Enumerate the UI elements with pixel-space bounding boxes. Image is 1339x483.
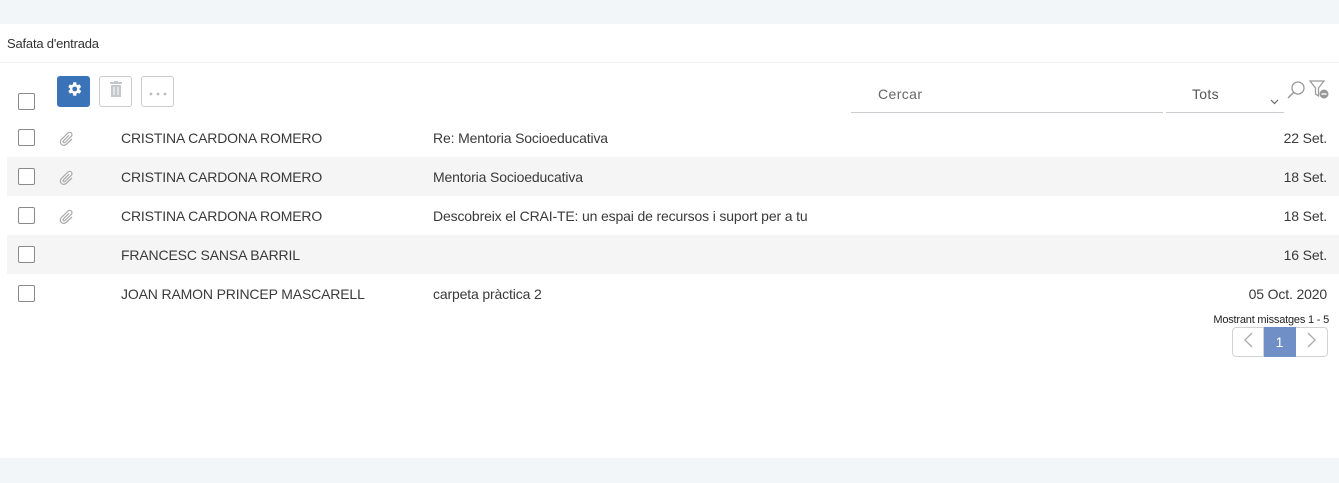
chevron-down-icon	[1270, 92, 1279, 110]
next-page-button[interactable]	[1296, 327, 1328, 357]
filter-select-value: Tots	[1192, 86, 1219, 102]
attachment-icon	[57, 207, 77, 230]
attachment-icon	[57, 168, 77, 191]
search-box	[851, 76, 1163, 113]
search-icon[interactable]	[1286, 80, 1306, 105]
chevron-right-icon	[1307, 332, 1316, 353]
message-sender: CRISTINA CARDONA ROMERO	[121, 208, 323, 224]
page-button[interactable]: 1	[1264, 327, 1296, 357]
previous-page-button[interactable]	[1232, 327, 1264, 357]
message-date: 18 Set.	[1283, 169, 1327, 185]
message-row[interactable]: CRISTINA CARDONA ROMERO Mentoria Socioed…	[7, 157, 1339, 196]
message-row[interactable]: JOAN RAMON PRINCEP MASCARELL carpeta prà…	[7, 274, 1339, 313]
message-subject: Mentoria Socioeducativa	[433, 169, 583, 185]
delete-button[interactable]	[99, 76, 132, 107]
filter-select[interactable]: Tots	[1166, 76, 1284, 113]
message-subject: Descobreix el CRAI-TE: un espai de recur…	[433, 208, 808, 224]
message-row[interactable]: FRANCESC SANSA BARRIL 16 Set.	[7, 235, 1339, 274]
message-date: 22 Set.	[1283, 130, 1327, 146]
more-actions-button[interactable]	[141, 76, 174, 107]
search-input[interactable]	[876, 85, 1150, 103]
ellipsis-icon	[148, 83, 168, 101]
divider	[0, 62, 1339, 63]
trash-icon	[109, 80, 123, 103]
message-sender: FRANCESC SANSA BARRIL	[121, 247, 300, 263]
message-row[interactable]: CRISTINA CARDONA ROMERO Descobreix el CR…	[7, 196, 1339, 235]
settings-button[interactable]	[57, 76, 90, 107]
message-checkbox[interactable]	[18, 168, 35, 185]
message-sender: JOAN RAMON PRINCEP MASCARELL	[121, 286, 365, 302]
attachment-icon	[57, 129, 77, 152]
message-row[interactable]: CRISTINA CARDONA ROMERO Re: Mentoria Soc…	[7, 118, 1339, 157]
clear-filter-icon[interactable]	[1308, 80, 1331, 105]
message-count: Mostrant missatges 1 - 5	[1213, 314, 1329, 326]
message-date: 05 Oct. 2020	[1248, 286, 1328, 302]
message-subject: carpeta pràctica 2	[433, 286, 542, 302]
inbox-panel: Safata d'entrada Cercar Tots CRISTINA CA…	[0, 24, 1339, 458]
gear-icon	[65, 80, 83, 103]
message-subject: Re: Mentoria Socioeducativa	[433, 130, 608, 146]
chevron-left-icon	[1243, 332, 1253, 353]
message-checkbox[interactable]	[18, 246, 35, 263]
message-date: 18 Set.	[1283, 208, 1327, 224]
message-sender: CRISTINA CARDONA ROMERO	[121, 130, 323, 146]
message-date: 16 Set.	[1283, 247, 1327, 263]
message-sender: CRISTINA CARDONA ROMERO	[121, 169, 323, 185]
message-checkbox[interactable]	[18, 207, 35, 224]
select-all-checkbox[interactable]	[18, 93, 35, 110]
message-checkbox[interactable]	[18, 285, 35, 302]
pagination: 1	[1232, 327, 1328, 357]
page-title: Safata d'entrada	[7, 36, 99, 51]
message-checkbox[interactable]	[18, 129, 35, 146]
